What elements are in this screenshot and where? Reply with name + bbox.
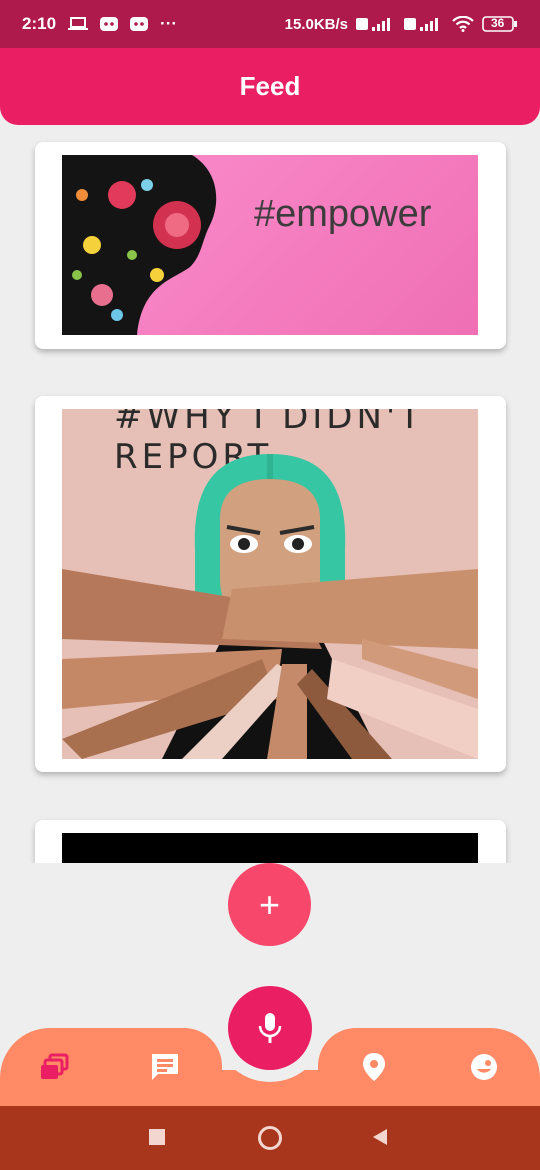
chat-icon [152, 1054, 178, 1080]
microphone-button[interactable] [228, 986, 312, 1070]
collections-icon [41, 1053, 69, 1079]
wifi-icon [452, 16, 474, 32]
status-bar: 2:10 ··· 15.0KB/s 36 [0, 0, 540, 48]
nav-item-profile[interactable] [467, 1050, 501, 1084]
page-title: Feed [239, 71, 301, 101]
add-post-button[interactable]: + [228, 863, 311, 946]
feed-list[interactable]: #empower #WHY I DIDN'T REPORT [0, 125, 540, 863]
volte-signal-icon [404, 16, 444, 32]
feed-post-card[interactable] [35, 820, 506, 863]
mood-face-icon [471, 1054, 497, 1080]
home-button[interactable] [257, 1125, 283, 1151]
clock: 2:10 [22, 14, 57, 33]
person-illustration [62, 454, 478, 759]
post-image-text: #empower [254, 193, 432, 235]
square-icon [149, 1129, 165, 1145]
feed-post-card[interactable]: #empower [35, 142, 506, 349]
microphone-icon [258, 1013, 282, 1043]
recent-apps-button[interactable] [148, 1128, 166, 1146]
battery-level: 36 [491, 16, 505, 30]
location-pin-icon [363, 1053, 385, 1081]
floral-silhouette-illustration [62, 155, 217, 335]
nav-item-location[interactable] [357, 1050, 391, 1084]
bottom-nav-right [318, 1028, 540, 1106]
post-image[interactable] [62, 833, 478, 863]
system-navigation-bar [0, 1106, 540, 1170]
circle-icon [258, 1126, 282, 1150]
discord-icon [130, 17, 149, 31]
network-speed: 15.0KB/s [284, 15, 348, 33]
battery-icon: 36 [482, 16, 518, 32]
discord-icon [100, 17, 119, 31]
plus-icon: + [258, 883, 281, 925]
feed-post-card[interactable]: #WHY I DIDN'T REPORT [35, 396, 506, 772]
nav-item-chat[interactable] [148, 1050, 182, 1084]
back-triangle-icon [373, 1129, 387, 1145]
post-image[interactable]: #empower [62, 155, 478, 335]
nav-item-feed[interactable] [38, 1050, 72, 1084]
more-notifications: ··· [160, 14, 178, 33]
bottom-nav-left [0, 1028, 222, 1106]
laptop-icon [68, 16, 89, 32]
post-image[interactable]: #WHY I DIDN'T REPORT [62, 409, 478, 759]
volte-signal-icon [356, 16, 396, 32]
app-bar: Feed [0, 48, 540, 125]
back-button[interactable] [370, 1127, 390, 1147]
